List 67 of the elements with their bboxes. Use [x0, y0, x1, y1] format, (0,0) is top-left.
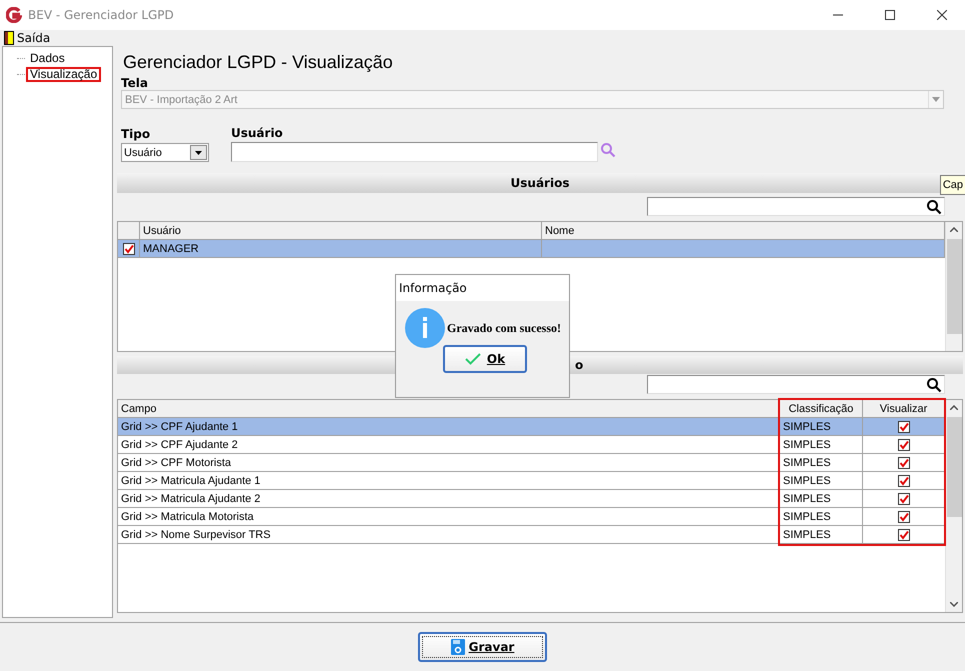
table-cell: SIMPLES — [783, 492, 831, 504]
table-cell: Grid >> CPF Ajudante 2 — [121, 438, 238, 450]
ok-button[interactable]: Ok — [443, 345, 527, 373]
table-cell: SIMPLES — [783, 474, 831, 486]
table-cell: Grid >> CPF Motorista — [121, 456, 232, 468]
table-cell: SIMPLES — [783, 528, 831, 540]
exit-menu-item[interactable]: Saída — [4, 31, 50, 45]
door-icon — [4, 31, 14, 45]
field-label: Tela — [121, 76, 149, 90]
search-icon[interactable] — [926, 198, 942, 214]
table-cell: Grid >> Nome Surpevisor TRS — [121, 528, 271, 540]
column-header[interactable]: Campo — [118, 400, 780, 417]
table-cell: SIMPLES — [783, 510, 831, 522]
table-row[interactable]: MANAGER — [118, 240, 945, 258]
search-field[interactable] — [647, 197, 945, 216]
checkbox[interactable] — [122, 242, 134, 254]
table-cell: Grid >> Matricula Ajudante 2 — [121, 492, 260, 504]
scrollbar[interactable] — [945, 222, 962, 351]
tree-item[interactable]: Dados — [26, 50, 69, 66]
search-field[interactable] — [647, 375, 945, 394]
scroll-up-icon[interactable] — [950, 405, 958, 410]
checkmark-icon — [464, 353, 481, 365]
table-row[interactable]: Grid >> CPF Motorista SIMPLES — [118, 454, 945, 472]
table-row[interactable]: Grid >> Matricula Motorista SIMPLES — [118, 508, 945, 526]
table-cell: Grid >> Matricula Motorista — [121, 510, 254, 522]
checkbox[interactable] — [898, 438, 910, 450]
table-row[interactable]: Grid >> Matricula Ajudante 2 SIMPLES — [118, 490, 945, 508]
checkbox[interactable] — [898, 510, 910, 522]
table-cell: Grid >> Matricula Ajudante 1 — [121, 474, 260, 486]
checkbox[interactable] — [898, 492, 910, 504]
column-header[interactable]: Classificação — [780, 400, 863, 417]
table-cell: Grid >> CPF Ajudante 1 — [121, 420, 238, 432]
type-dropdown[interactable]: Usuário — [121, 143, 209, 162]
tooltip: Cap — [940, 175, 965, 195]
checkbox[interactable] — [898, 474, 910, 486]
field-label: Usuário — [231, 126, 284, 140]
table-cell: SIMPLES — [783, 456, 831, 468]
table-cell: SIMPLES — [783, 438, 831, 450]
checkbox[interactable] — [898, 420, 910, 432]
maximize-icon — [885, 10, 895, 20]
scroll-up-icon[interactable] — [950, 227, 958, 232]
table-cell: MANAGER — [143, 242, 199, 254]
dropdown-arrow-icon — [195, 150, 202, 154]
checkbox[interactable] — [898, 456, 910, 468]
column-header[interactable]: Usuário — [140, 222, 542, 239]
save-button[interactable]: Gravar — [418, 632, 547, 662]
search-icon[interactable] — [926, 376, 942, 392]
scrollbar[interactable] — [945, 400, 962, 612]
window-title: BEV - Gerenciador LGPD — [28, 8, 175, 22]
tree-item[interactable]: Visualização — [26, 66, 102, 82]
dialog-message: Gravado com sucesso! — [447, 320, 561, 336]
close-icon — [937, 10, 947, 20]
field-label: Tipo — [121, 127, 152, 141]
table-row[interactable]: Grid >> Matricula Ajudante 1 SIMPLES — [118, 472, 945, 490]
app-logo-icon — [6, 7, 22, 23]
info-icon — [405, 308, 445, 348]
table-row[interactable]: Grid >> Nome Surpevisor TRS SIMPLES — [118, 526, 945, 544]
table-row[interactable]: Grid >> CPF Ajudante 1 SIMPLES — [118, 418, 945, 436]
page-heading: Gerenciador LGPD - Visualização — [123, 50, 394, 74]
dialog-title: Informação — [396, 275, 569, 301]
checkbox[interactable] — [898, 528, 910, 540]
dropdown-arrow-icon — [932, 97, 940, 102]
table-row[interactable]: Grid >> CPF Ajudante 2 SIMPLES — [118, 436, 945, 454]
scroll-down-icon[interactable] — [950, 602, 958, 607]
table-cell: SIMPLES — [783, 420, 831, 432]
column-header[interactable]: Visualizar — [863, 400, 945, 417]
user-input-field[interactable] — [231, 142, 598, 162]
